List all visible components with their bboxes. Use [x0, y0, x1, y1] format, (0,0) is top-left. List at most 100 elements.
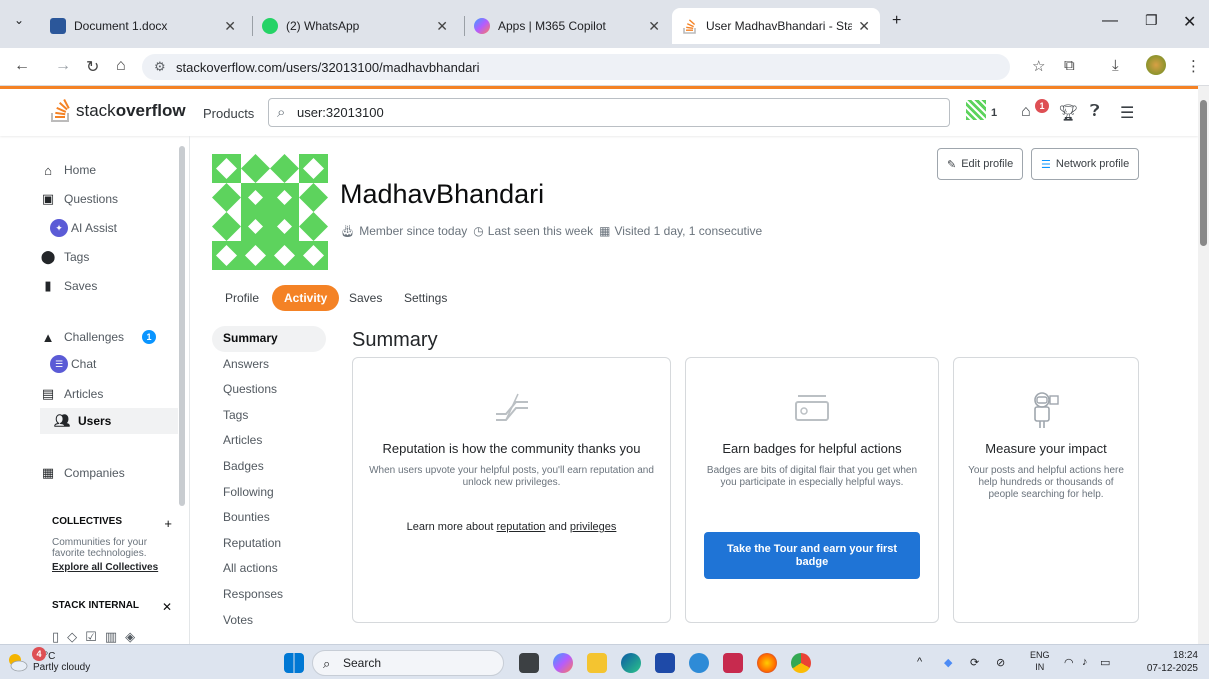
document-icon[interactable]: ▯	[52, 629, 67, 644]
activity-nav-all-actions[interactable]: All actions	[212, 556, 326, 582]
tab-document[interactable]: Document 1.docx ✕	[40, 8, 246, 44]
weather-widget[interactable]: 15°CPartly cloudy	[6, 651, 90, 673]
window-close-icon[interactable]: ✕	[1183, 12, 1196, 32]
close-icon[interactable]: ✕	[162, 600, 172, 614]
articles-icon: ▤	[41, 386, 55, 401]
activity-nav-responses[interactable]: Responses	[212, 582, 326, 608]
menu-dots-icon[interactable]: ⋮	[1186, 57, 1201, 75]
close-icon[interactable]: ✕	[858, 18, 870, 35]
sidebar-item-users[interactable]: 👥︎ Users	[40, 408, 178, 434]
activity-nav-reputation[interactable]: Reputation	[212, 531, 326, 557]
users-icon: 👥︎	[54, 413, 71, 428]
inbox-icon[interactable]: ⌂	[1021, 103, 1031, 121]
layers-icon[interactable]: ◈	[125, 629, 143, 644]
take-tour-button[interactable]: Take the Tour and earn your first badge	[704, 532, 920, 579]
sidebar-item-questions[interactable]: ▣ Questions	[40, 186, 118, 212]
reload-icon[interactable]: ↻	[86, 57, 99, 77]
tray-sync-icon[interactable]: ⟳	[970, 656, 979, 669]
tab-search-icon[interactable]: ⌄	[14, 13, 24, 27]
help-icon[interactable]: ❓︎	[1090, 103, 1100, 121]
sidebar-item-challenges[interactable]: ▲ Challenges 1	[40, 324, 157, 350]
site-switcher-icon[interactable]: ☰	[1120, 103, 1134, 123]
clock[interactable]: 18:24 07-12-2025	[1138, 649, 1198, 675]
taskbar-search[interactable]: ⌕ Search	[312, 650, 504, 676]
bar-chart-icon[interactable]: ▥	[105, 629, 125, 644]
activity-nav-articles[interactable]: Articles	[212, 428, 326, 454]
tab-stackoverflow[interactable]: User MadhavBhandari - Stack O ✕	[672, 8, 880, 44]
reputation-link[interactable]: reputation	[497, 521, 546, 533]
tab-profile[interactable]: Profile	[213, 285, 271, 311]
sidebar-item-tags[interactable]: ⬤ Tags	[40, 244, 90, 270]
sidebar-item-articles[interactable]: ▤ Articles	[40, 381, 104, 407]
firefox-icon[interactable]	[757, 653, 777, 673]
chrome-icon[interactable]	[791, 653, 811, 673]
privileges-link[interactable]: privileges	[570, 521, 616, 533]
wifi-icon[interactable]: ◠	[1064, 656, 1074, 669]
url-field[interactable]: ⚙ stackoverflow.com/users/32013100/madha…	[142, 54, 1010, 80]
achievements-trophy-icon[interactable]: 🏆︎	[1058, 103, 1078, 123]
bookmark-star-icon[interactable]: ☆	[1032, 57, 1045, 75]
close-icon[interactable]: ✕	[436, 18, 448, 35]
activity-nav-tags[interactable]: Tags	[212, 403, 326, 429]
activity-nav-answers[interactable]: Answers	[212, 352, 326, 378]
edit-profile-button[interactable]: ✎ Edit profile	[937, 148, 1024, 180]
stackoverflow-logo[interactable]: stack overflow	[50, 99, 186, 123]
add-collective-icon[interactable]: +	[164, 516, 172, 531]
sidebar-scrollbar[interactable]	[178, 136, 186, 506]
tag-outline-icon[interactable]: ◇	[67, 629, 85, 644]
tab-saves[interactable]: Saves	[337, 285, 394, 311]
activity-nav-following[interactable]: Following	[212, 480, 326, 506]
file-explorer-icon[interactable]	[587, 653, 607, 673]
activity-nav-summary[interactable]: Summary	[212, 326, 326, 352]
back-icon[interactable]: ←	[14, 57, 30, 75]
products-menu[interactable]: Products	[203, 106, 254, 121]
sidebar-item-home[interactable]: ⌂ Home	[40, 157, 96, 183]
extensions-icon[interactable]: ⧉	[1064, 57, 1075, 74]
minimize-icon[interactable]: —	[1102, 12, 1118, 30]
home-icon[interactable]: ⌂	[116, 57, 126, 75]
profile-username: MadhavBhandari	[340, 179, 545, 209]
close-icon[interactable]: ✕	[648, 18, 660, 35]
tab-whatsapp[interactable]: (2) WhatsApp ✕	[252, 8, 458, 44]
chevron-up-icon[interactable]: ^	[917, 656, 922, 668]
stackoverflow-icon	[682, 18, 698, 34]
tab-settings[interactable]: Settings	[392, 285, 459, 311]
tab-copilot[interactable]: Apps | M365 Copilot ✕	[464, 8, 670, 44]
edge-icon[interactable]	[621, 653, 641, 673]
user-avatar-icon[interactable]	[966, 100, 986, 120]
sidebar-item-saves[interactable]: ▮ Saves	[40, 273, 97, 299]
tray-app-icon[interactable]: ◆	[944, 656, 952, 669]
sidebar-item-label: Companies	[64, 466, 125, 480]
copilot-app-icon[interactable]	[553, 653, 573, 673]
volume-icon[interactable]: ♪	[1082, 656, 1088, 668]
forward-icon[interactable]: →	[55, 57, 71, 75]
sidebar-item-companies[interactable]: ▦ Companies	[40, 460, 125, 486]
battery-icon[interactable]: ▭	[1100, 656, 1110, 669]
network-profile-button[interactable]: ☰ Network profile	[1031, 148, 1140, 180]
mcafee-icon[interactable]	[723, 653, 743, 673]
site-settings-icon[interactable]: ⚙	[154, 59, 166, 75]
download-icon[interactable]: ⤓	[1112, 57, 1119, 74]
activity-nav-bounties[interactable]: Bounties	[212, 505, 326, 531]
activity-nav-votes[interactable]: Votes	[212, 608, 326, 634]
sidebar-item-ai-assist[interactable]: ✦ AI Assist	[50, 215, 117, 241]
sidebar-item-chat[interactable]: ☰ Chat	[50, 351, 96, 377]
windows-start-icon[interactable]	[284, 653, 304, 673]
close-icon[interactable]: ✕	[224, 18, 236, 35]
profile-avatar-icon[interactable]	[1146, 55, 1166, 75]
explore-collectives-link[interactable]: Explore all Collectives	[52, 562, 158, 573]
activity-nav-questions[interactable]: Questions	[212, 377, 326, 403]
checkbox-icon[interactable]: ☑	[85, 629, 105, 644]
tab-activity[interactable]: Activity	[272, 285, 340, 311]
language-indicator[interactable]: ENG IN	[1030, 649, 1050, 673]
page-scrollbar[interactable]	[1198, 86, 1209, 644]
app-icon[interactable]	[689, 653, 709, 673]
task-view-icon[interactable]	[519, 653, 539, 673]
new-tab-icon[interactable]: +	[892, 12, 901, 30]
sidebar-item-label: AI Assist	[71, 221, 118, 235]
restore-icon[interactable]: ❐	[1145, 12, 1158, 29]
site-search-input[interactable]: ⌕ user:32013100	[268, 98, 950, 127]
activity-nav-badges[interactable]: Badges	[212, 454, 326, 480]
store-icon[interactable]	[655, 653, 675, 673]
tray-cloud-icon[interactable]: ⊘	[996, 656, 1005, 669]
